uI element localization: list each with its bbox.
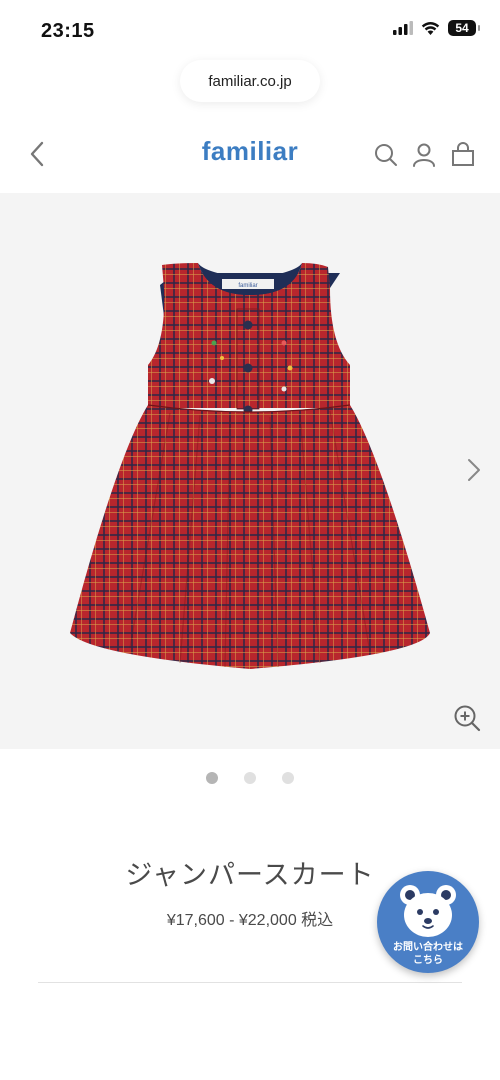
divider [38, 982, 462, 983]
contact-label: お問い合わせは こちら [393, 942, 463, 966]
status-time: 23:15 [41, 20, 95, 42]
dress-brand-tag: familiar [238, 283, 257, 289]
contact-button[interactable]: お問い合わせは こちら [377, 871, 479, 973]
carousel-dot-1[interactable] [206, 772, 218, 784]
cart-icon[interactable] [450, 142, 476, 168]
status-icons: 54 [393, 20, 480, 36]
next-arrow-icon[interactable] [464, 455, 484, 485]
account-icon[interactable] [411, 142, 437, 168]
product-image[interactable]: familiar [0, 193, 500, 749]
dress-illustration: familiar [70, 263, 430, 669]
wifi-icon [421, 22, 440, 35]
address-bar[interactable]: familiar.co.jp [180, 60, 320, 102]
bear-mascot-icon [400, 885, 456, 937]
zoom-in-icon[interactable] [452, 703, 482, 733]
status-bar: 23:15 54 [0, 0, 500, 62]
carousel-dot-2[interactable] [244, 772, 256, 784]
carousel-dot-3[interactable] [282, 772, 294, 784]
signal-icon [393, 21, 413, 35]
search-icon[interactable] [373, 142, 399, 168]
battery-icon: 54 [448, 20, 480, 36]
site-header: familiar [0, 128, 500, 184]
carousel-dots [0, 772, 500, 784]
